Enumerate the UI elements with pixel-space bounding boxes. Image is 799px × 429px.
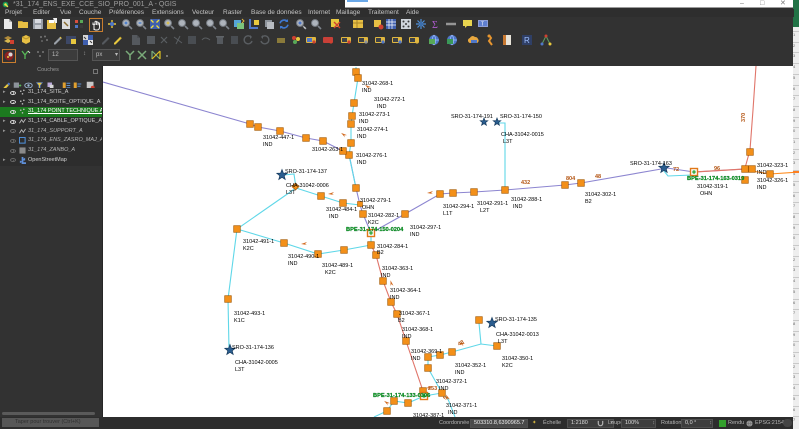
svg-text:K2C: K2C <box>368 220 379 226</box>
svg-text:31042-323-1: 31042-323-1 <box>757 163 788 169</box>
svg-text:IND: IND <box>411 356 421 362</box>
svg-text:31042-372-1: 31042-372-1 <box>436 379 467 385</box>
svg-text:K2C: K2C <box>502 363 513 369</box>
svg-text:BPE-31-174-133-0306: BPE-31-174-133-0306 <box>373 393 430 399</box>
svg-text:31042-352-1: 31042-352-1 <box>455 363 486 369</box>
svg-text:BPE-31-174-150-0204: BPE-31-174-150-0204 <box>346 227 404 233</box>
svg-text:31042-326-1: 31042-326-1 <box>757 178 788 184</box>
svg-text:804: 804 <box>566 176 576 182</box>
svg-text:IND: IND <box>359 119 369 125</box>
svg-text:31042-294-1: 31042-294-1 <box>443 204 474 210</box>
svg-text:31042-490-1: 31042-490-1 <box>288 254 319 260</box>
svg-text:31042-491-1: 31042-491-1 <box>243 239 274 245</box>
svg-text:IND: IND <box>263 142 273 148</box>
svg-text:SRO-31-174-150: SRO-31-174-150 <box>500 114 542 120</box>
svg-text:B2: B2 <box>377 250 384 256</box>
svg-text:CHA-31042-0013: CHA-31042-0013 <box>496 332 539 338</box>
svg-text:L3T: L3T <box>503 139 513 145</box>
svg-text:CHA-31042-0006: CHA-31042-0006 <box>286 183 329 189</box>
svg-text:432: 432 <box>521 180 530 186</box>
svg-text:IND: IND <box>357 134 367 140</box>
svg-text:SRO-31-174-191: SRO-31-174-191 <box>451 114 493 120</box>
svg-text:31042-302-1: 31042-302-1 <box>585 192 616 198</box>
svg-text:L3T: L3T <box>286 190 296 196</box>
svg-text:SRO-31-174-135: SRO-31-174-135 <box>495 317 537 323</box>
svg-text:IND: IND <box>439 386 449 392</box>
svg-text:CHA-31042-0005: CHA-31042-0005 <box>235 360 278 366</box>
svg-text:31042-489-1: 31042-489-1 <box>322 263 353 269</box>
svg-text:IND: IND <box>757 170 767 176</box>
svg-text:L2T: L2T <box>480 208 490 214</box>
svg-text:31042-274-1: 31042-274-1 <box>357 127 388 133</box>
svg-text:IND: IND <box>513 204 523 210</box>
svg-text:IND: IND <box>377 104 387 110</box>
svg-text:L1T: L1T <box>443 211 453 217</box>
svg-text:31042-493-1: 31042-493-1 <box>234 311 265 317</box>
svg-text:K1C: K1C <box>234 318 245 324</box>
svg-text:253: 253 <box>428 386 437 392</box>
svg-text:IND: IND <box>381 273 391 279</box>
svg-text:IND: IND <box>329 214 339 220</box>
svg-text:Σ: Σ <box>432 20 438 30</box>
svg-text:IND: IND <box>757 185 767 191</box>
svg-text:IND: IND <box>448 410 458 416</box>
svg-text:31042-369-1: 31042-369-1 <box>411 349 442 355</box>
svg-text:B2: B2 <box>585 199 592 205</box>
svg-text:31042-297-1: 31042-297-1 <box>410 225 441 231</box>
svg-text:IND: IND <box>362 88 372 94</box>
svg-text:31042-282-1: 31042-282-1 <box>368 213 399 219</box>
svg-text:SRO-31-174-137: SRO-31-174-137 <box>285 169 327 175</box>
svg-text:31042-276-1: 31042-276-1 <box>356 153 387 159</box>
svg-text:31042-288-1: 31042-288-1 <box>511 197 542 203</box>
svg-text:IND: IND <box>402 334 412 340</box>
svg-text:31042-368-1: 31042-368-1 <box>402 327 433 333</box>
svg-text:31042-371-1: 31042-371-1 <box>446 403 477 409</box>
svg-text:96: 96 <box>714 166 720 172</box>
svg-text:OHN: OHN <box>362 205 374 211</box>
svg-text:31042-268-1: 31042-268-1 <box>362 81 393 87</box>
svg-text:31042-291-1: 31042-291-1 <box>477 201 508 207</box>
svg-text:31042-363-1: 31042-363-1 <box>382 266 413 272</box>
svg-text:K2C: K2C <box>243 246 254 252</box>
svg-text:IND: IND <box>410 232 420 238</box>
svg-text:IND: IND <box>288 261 298 267</box>
svg-text:31042-263-1: 31042-263-1 <box>312 147 343 153</box>
svg-text:72: 72 <box>673 167 679 173</box>
svg-text:K2C: K2C <box>325 270 336 276</box>
svg-text:BPE-31-174-163-0319: BPE-31-174-163-0319 <box>687 176 744 182</box>
svg-text:L3T: L3T <box>235 367 245 373</box>
svg-text:OHN: OHN <box>700 191 712 197</box>
svg-text:SRO-31-174-136: SRO-31-174-136 <box>232 345 274 351</box>
svg-text:48: 48 <box>595 174 601 180</box>
svg-text:IND: IND <box>357 160 367 166</box>
svg-text:31042-484-1: 31042-484-1 <box>326 207 357 213</box>
svg-text:48: 48 <box>457 339 465 347</box>
svg-text:CHA-31042-0015: CHA-31042-0015 <box>501 132 544 138</box>
svg-text:31042-447-1: 31042-447-1 <box>263 135 294 141</box>
svg-text:31042-367-1: 31042-367-1 <box>399 311 430 317</box>
svg-text:R: R <box>524 36 530 45</box>
svg-text:31042-350-1: 31042-350-1 <box>502 356 533 362</box>
svg-text:T: T <box>481 22 484 28</box>
svg-text:IND: IND <box>455 370 465 376</box>
svg-text:L3T: L3T <box>498 339 508 345</box>
svg-text:370: 370 <box>741 113 747 122</box>
svg-text:SRO-31-174-163: SRO-31-174-163 <box>630 161 672 167</box>
svg-text:31042-272-1: 31042-272-1 <box>374 97 405 103</box>
svg-text:31042-319-1: 31042-319-1 <box>697 184 728 190</box>
svg-text:IND: IND <box>390 295 400 301</box>
svg-text:B2: B2 <box>398 318 405 324</box>
svg-text:31042-273-1: 31042-273-1 <box>359 112 390 118</box>
svg-text:31042-279-1: 31042-279-1 <box>360 198 391 204</box>
svg-text:31042-364-1: 31042-364-1 <box>390 288 421 294</box>
